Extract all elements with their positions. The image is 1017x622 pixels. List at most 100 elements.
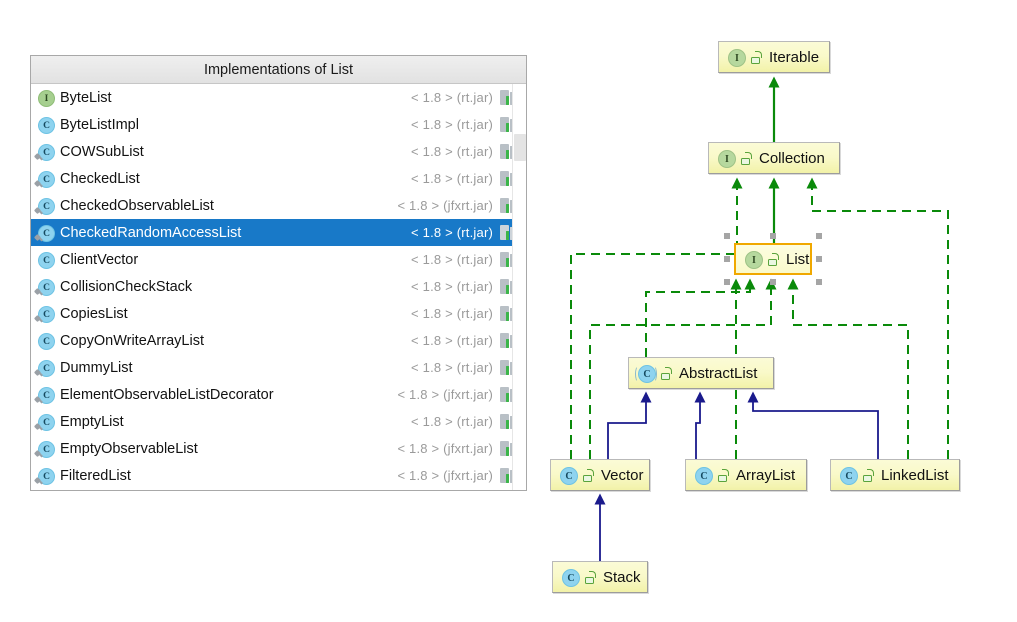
list-item-meta: < 1.8 > (rt.jar): [411, 171, 493, 186]
list-item-name: EmptyList: [60, 413, 124, 430]
list-item[interactable]: CFinalArrayList< 1.8 > (rt.jar): [31, 489, 526, 490]
list-item-meta: < 1.8 > (jfxrt.jar): [397, 387, 493, 402]
inner-class-decorator-icon: [34, 477, 43, 486]
list-item[interactable]: C EmptyList < 1.8 > (rt.jar): [31, 408, 526, 435]
list-item[interactable]: C ElementObservableListDecorator < 1.8 > (…: [31, 381, 526, 408]
list-item[interactable]: C CheckedRandomAccessList < 1.8 > (rt.jar): [31, 219, 526, 246]
list-item-name: CheckedList: [60, 170, 140, 187]
selection-handle[interactable]: [816, 233, 822, 239]
list-item-name: CheckedObservableList: [60, 197, 214, 214]
list-item[interactable]: C CopyOnWriteArrayList < 1.8 > (rt.jar): [31, 327, 526, 354]
list-item[interactable]: C CheckedList < 1.8 > (rt.jar): [31, 165, 526, 192]
interface-icon: I: [727, 48, 746, 67]
inner-class-decorator-icon: [34, 450, 43, 459]
interface-icon: I: [717, 149, 736, 168]
abstract-class-icon: C: [635, 364, 657, 383]
list-item[interactable]: C CheckedObservableList < 1.8 > (jfxrt.jar…: [31, 192, 526, 219]
class-icon: C: [37, 359, 55, 377]
node-label: ArrayList: [736, 466, 796, 484]
list-item[interactable]: C COWSubList < 1.8 > (rt.jar): [31, 138, 526, 165]
diagram-node-vector[interactable]: C Vector: [550, 459, 650, 491]
list-item-name: CopiesList: [60, 305, 128, 322]
diagram-node-stack[interactable]: C Stack: [552, 561, 648, 593]
node-label: Stack: [603, 568, 641, 586]
list-item[interactable]: C FilteredList < 1.8 > (jfxrt.jar): [31, 462, 526, 489]
class-icon: C: [34, 197, 55, 216]
unlocked-padlock-icon: [751, 50, 762, 64]
class-icon: C: [37, 251, 55, 269]
inner-class-decorator-icon: [34, 423, 43, 432]
class-icon: C: [34, 278, 55, 297]
diagram-node-arraylist[interactable]: C ArrayList: [685, 459, 807, 491]
class-hierarchy-diagram[interactable]: I Iterable I Collection I List C AbstractList C V…: [528, 0, 1017, 622]
vertical-scrollbar[interactable]: [512, 84, 526, 490]
class-icon: C: [34, 170, 55, 189]
inner-class-decorator-icon: [34, 180, 43, 189]
interface-icon: I: [744, 250, 763, 269]
diagram-node-iterable[interactable]: I Iterable: [718, 41, 830, 73]
list-item-name: ByteList: [60, 89, 112, 106]
list-item-name: FilteredList: [60, 467, 131, 484]
unlocked-padlock-icon: [585, 570, 596, 584]
list-item-meta: < 1.8 > (rt.jar): [411, 144, 493, 159]
class-icon: C: [34, 413, 55, 432]
list-item-meta: < 1.8 > (rt.jar): [411, 360, 493, 375]
scrollbar-thumb[interactable]: [514, 134, 526, 161]
selection-handle[interactable]: [770, 233, 776, 239]
class-icon: C: [34, 440, 55, 459]
list-item-name: ClientVector: [60, 251, 139, 268]
class-icon: C: [37, 116, 55, 134]
unlocked-padlock-icon: [863, 468, 874, 482]
selection-handle[interactable]: [724, 256, 730, 262]
list-item[interactable]: C CopiesList < 1.8 > (rt.jar): [31, 300, 526, 327]
list-item-meta: < 1.8 > (rt.jar): [411, 117, 493, 132]
selection-handle[interactable]: [724, 279, 730, 285]
selection-handle[interactable]: [770, 279, 776, 285]
list-item[interactable]: I ByteList < 1.8 > (rt.jar): [31, 84, 526, 111]
inner-class-decorator-icon: [34, 396, 43, 405]
diagram-node-list[interactable]: I List: [734, 243, 812, 275]
unlocked-padlock-icon: [583, 468, 594, 482]
list-item[interactable]: C EmptyObservableList < 1.8 > (jfxrt.jar): [31, 435, 526, 462]
interface-icon: I: [37, 89, 55, 107]
list-item[interactable]: C CollisionCheckStack < 1.8 > (rt.jar): [31, 273, 526, 300]
class-icon: C: [34, 467, 55, 486]
inner-class-decorator-icon: [34, 207, 43, 216]
list-item-name: CheckedRandomAccessList: [60, 224, 242, 241]
implementations-popup[interactable]: Implementations of List I ByteList < 1.8 >…: [30, 55, 527, 491]
list-item-meta: < 1.8 > (rt.jar): [411, 225, 493, 240]
list-item-name: EmptyObservableList: [60, 440, 198, 457]
list-item-name: ElementObservableListDecorator: [60, 386, 274, 403]
class-icon: C: [694, 466, 713, 485]
class-icon: C: [37, 305, 55, 323]
selection-handle[interactable]: [724, 233, 730, 239]
inner-class-decorator-icon: [34, 288, 43, 297]
list-item-name: DummyList: [60, 359, 133, 376]
class-icon: C: [37, 332, 55, 350]
list-item[interactable]: C DummyList < 1.8 > (rt.jar): [31, 354, 526, 381]
list-item-meta: < 1.8 > (rt.jar): [411, 252, 493, 267]
list-item[interactable]: C ByteListImpl < 1.8 > (rt.jar): [31, 111, 526, 138]
inner-class-decorator-icon: [34, 153, 43, 162]
list-item-meta: < 1.8 > (rt.jar): [411, 279, 493, 294]
popup-title: Implementations of List: [31, 56, 526, 84]
implementations-list[interactable]: I ByteList < 1.8 > (rt.jar) C ByteListImpl < …: [31, 84, 526, 490]
list-item-name: ByteListImpl: [60, 116, 139, 133]
node-label: AbstractList: [679, 364, 758, 382]
list-item-name: CollisionCheckStack: [60, 278, 193, 295]
unlocked-padlock-icon: [741, 151, 752, 165]
list-item-meta: < 1.8 > (jfxrt.jar): [397, 198, 493, 213]
list-item-meta: < 1.8 > (rt.jar): [411, 90, 493, 105]
diagram-edges: [570, 76, 949, 561]
diagram-node-abstractlist[interactable]: C AbstractList: [628, 357, 774, 389]
class-icon: C: [34, 386, 55, 405]
list-item[interactable]: C ClientVector < 1.8 > (rt.jar): [31, 246, 526, 273]
diagram-node-collection[interactable]: I Collection: [708, 142, 840, 174]
selection-handle[interactable]: [816, 279, 822, 285]
unlocked-padlock-icon: [661, 366, 672, 380]
diagram-node-linkedlist[interactable]: C LinkedList: [830, 459, 960, 491]
class-icon: C: [839, 466, 858, 485]
selection-handle[interactable]: [816, 256, 822, 262]
inner-class-decorator-icon: [34, 234, 43, 243]
node-label: Vector: [601, 466, 644, 484]
